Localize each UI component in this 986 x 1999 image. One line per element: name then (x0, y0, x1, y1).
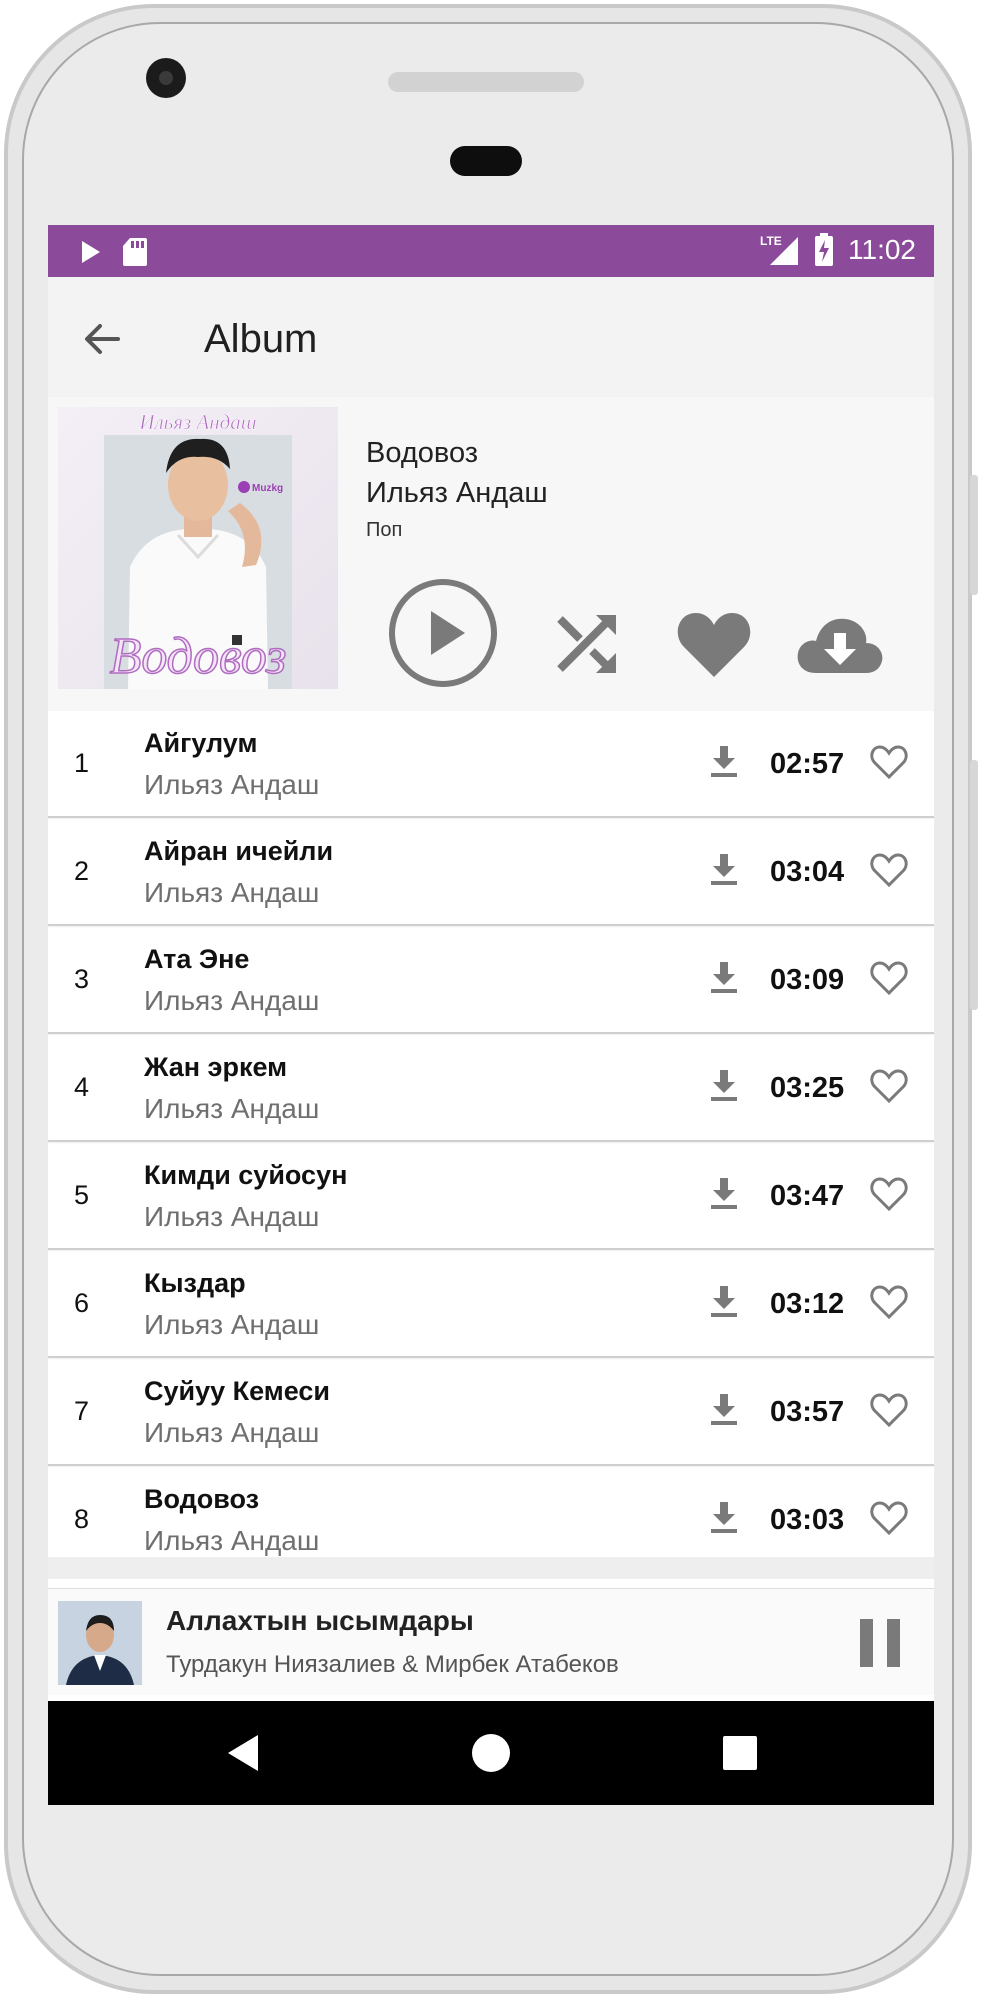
nav-recents-icon[interactable] (718, 1731, 762, 1775)
track-duration: 03:57 (770, 1396, 845, 1428)
svg-text:Muzkg: Muzkg (252, 483, 283, 494)
lte-signal-icon: LTE (760, 234, 798, 265)
track-artist: Ильяз Андаш (144, 769, 320, 800)
heart-outline-icon[interactable] (870, 1068, 908, 1104)
track-artist: Ильяз Андаш (144, 1093, 320, 1124)
track-number: 4 (74, 1072, 90, 1102)
heart-outline-icon[interactable] (870, 852, 908, 888)
track-artist: Ильяз Андаш (144, 1201, 320, 1232)
track-title: Жан эркем (144, 1052, 288, 1082)
play-circle-icon[interactable] (387, 577, 499, 689)
cloud-download-icon[interactable] (796, 615, 884, 675)
system-nav-bar (48, 1701, 934, 1805)
download-icon[interactable] (709, 852, 739, 886)
download-icon[interactable] (709, 744, 739, 778)
status-time: 11:02 (848, 234, 916, 265)
track-duration: 03:03 (770, 1504, 845, 1536)
track-artist: Ильяз Андаш (144, 877, 320, 908)
track-title: Суйуу Кемеси (144, 1376, 331, 1406)
track-artist: Ильяз Андаш (144, 1309, 320, 1340)
heart-outline-icon[interactable] (870, 744, 908, 780)
download-icon[interactable] (709, 1500, 739, 1534)
play-icon (82, 241, 100, 263)
album-genre: Поп (366, 519, 403, 541)
mini-player[interactable]: Аллахтын ысымдары Турдакун Ниязалиев & М… (48, 1588, 934, 1695)
track-duration: 03:09 (770, 964, 845, 996)
shuffle-icon[interactable] (556, 611, 620, 675)
phone-side-button (970, 475, 978, 595)
svg-text:LTE: LTE (760, 234, 782, 248)
nav-home-icon[interactable] (469, 1731, 513, 1775)
track-row[interactable]: 1 Айгулум Ильяз Андаш 02:57 (48, 712, 934, 818)
battery-charging-icon (815, 233, 833, 266)
track-number: 3 (74, 964, 90, 994)
track-title: Ата Эне (144, 944, 250, 974)
track-duration: 02:57 (770, 748, 845, 780)
svg-text:Ильяз Андаш: Ильяз Андаш (138, 410, 256, 434)
track-row[interactable]: 2 Айран ичейли Ильяз Андаш 03:04 (48, 820, 934, 926)
arrow-left-icon[interactable] (78, 315, 126, 363)
track-title: Айран ичейли (144, 836, 334, 866)
track-row[interactable]: 4 Жан эркем Ильяз Андаш 03:25 (48, 1036, 934, 1142)
album-title: Водовоз (366, 437, 479, 469)
heart-outline-icon[interactable] (870, 1176, 908, 1212)
sd-card-icon (123, 238, 147, 266)
track-artist: Ильяз Андаш (144, 985, 320, 1016)
track-number: 1 (74, 748, 90, 778)
track-title: Кыздар (144, 1268, 246, 1298)
track-number: 2 (74, 856, 90, 886)
track-row[interactable]: 7 Суйуу Кемеси Ильяз Андаш 03:57 (48, 1360, 934, 1466)
track-duration: 03:25 (770, 1072, 845, 1104)
track-duration: 03:04 (770, 856, 845, 888)
screen: LTE 11:02 Album Ильяз Андаш Muzkg Водово… (48, 225, 934, 1805)
list-bottom-spacer (48, 1557, 934, 1579)
track-duration: 03:12 (770, 1288, 845, 1320)
track-title: Водовоз (144, 1484, 260, 1514)
track-row[interactable]: 3 Ата Эне Ильяз Андаш 03:09 (48, 928, 934, 1034)
track-number: 7 (74, 1396, 90, 1426)
mini-player-artist: Турдакун Ниязалиев & Мирбек Атабеков (166, 1651, 619, 1678)
album-header: Ильяз Андаш Muzkg Водовоз Водовоз Ильяз … (48, 397, 934, 711)
phone-side-button (970, 760, 978, 1010)
heart-outline-icon[interactable] (870, 1500, 908, 1536)
track-list: 1 Айгулум Ильяз Андаш 02:57 2 Айран ичей… (48, 712, 934, 1574)
track-title: Айгулум (144, 728, 258, 758)
mini-player-cover (58, 1601, 142, 1685)
album-cover: Ильяз Андаш Muzkg Водовоз (58, 407, 338, 689)
speaker-grille (388, 72, 584, 92)
track-artist: Ильяз Андаш (144, 1525, 320, 1556)
heart-outline-icon[interactable] (870, 960, 908, 996)
track-duration: 03:47 (770, 1180, 845, 1212)
app-bar: Album (48, 277, 934, 397)
heart-outline-icon[interactable] (870, 1392, 908, 1428)
album-artist: Ильяз Андаш (366, 477, 548, 509)
download-icon[interactable] (709, 1392, 739, 1426)
track-number: 5 (74, 1180, 90, 1210)
track-row[interactable]: 6 Кыздар Ильяз Андаш 03:12 (48, 1252, 934, 1358)
track-number: 8 (74, 1504, 90, 1534)
track-row[interactable]: 5 Кимди суйосун Ильяз Андаш 03:47 (48, 1144, 934, 1250)
status-bar: LTE 11:02 (48, 225, 934, 277)
download-icon[interactable] (709, 960, 739, 994)
heart-outline-icon[interactable] (870, 1284, 908, 1320)
earpiece (450, 146, 522, 176)
mini-player-title: Аллахтын ысымдары (166, 1605, 474, 1636)
nav-back-icon[interactable] (222, 1731, 266, 1775)
track-artist: Ильяз Андаш (144, 1417, 320, 1448)
front-camera (146, 58, 186, 98)
download-icon[interactable] (709, 1176, 739, 1210)
heart-filled-icon[interactable] (676, 611, 752, 679)
page-title: Album (204, 317, 318, 361)
track-number: 6 (74, 1288, 90, 1318)
track-title: Кимди суйосун (144, 1160, 348, 1190)
download-icon[interactable] (709, 1284, 739, 1318)
download-icon[interactable] (709, 1068, 739, 1102)
pause-icon[interactable] (856, 1617, 904, 1669)
svg-text:Водовоз: Водовоз (110, 628, 287, 685)
